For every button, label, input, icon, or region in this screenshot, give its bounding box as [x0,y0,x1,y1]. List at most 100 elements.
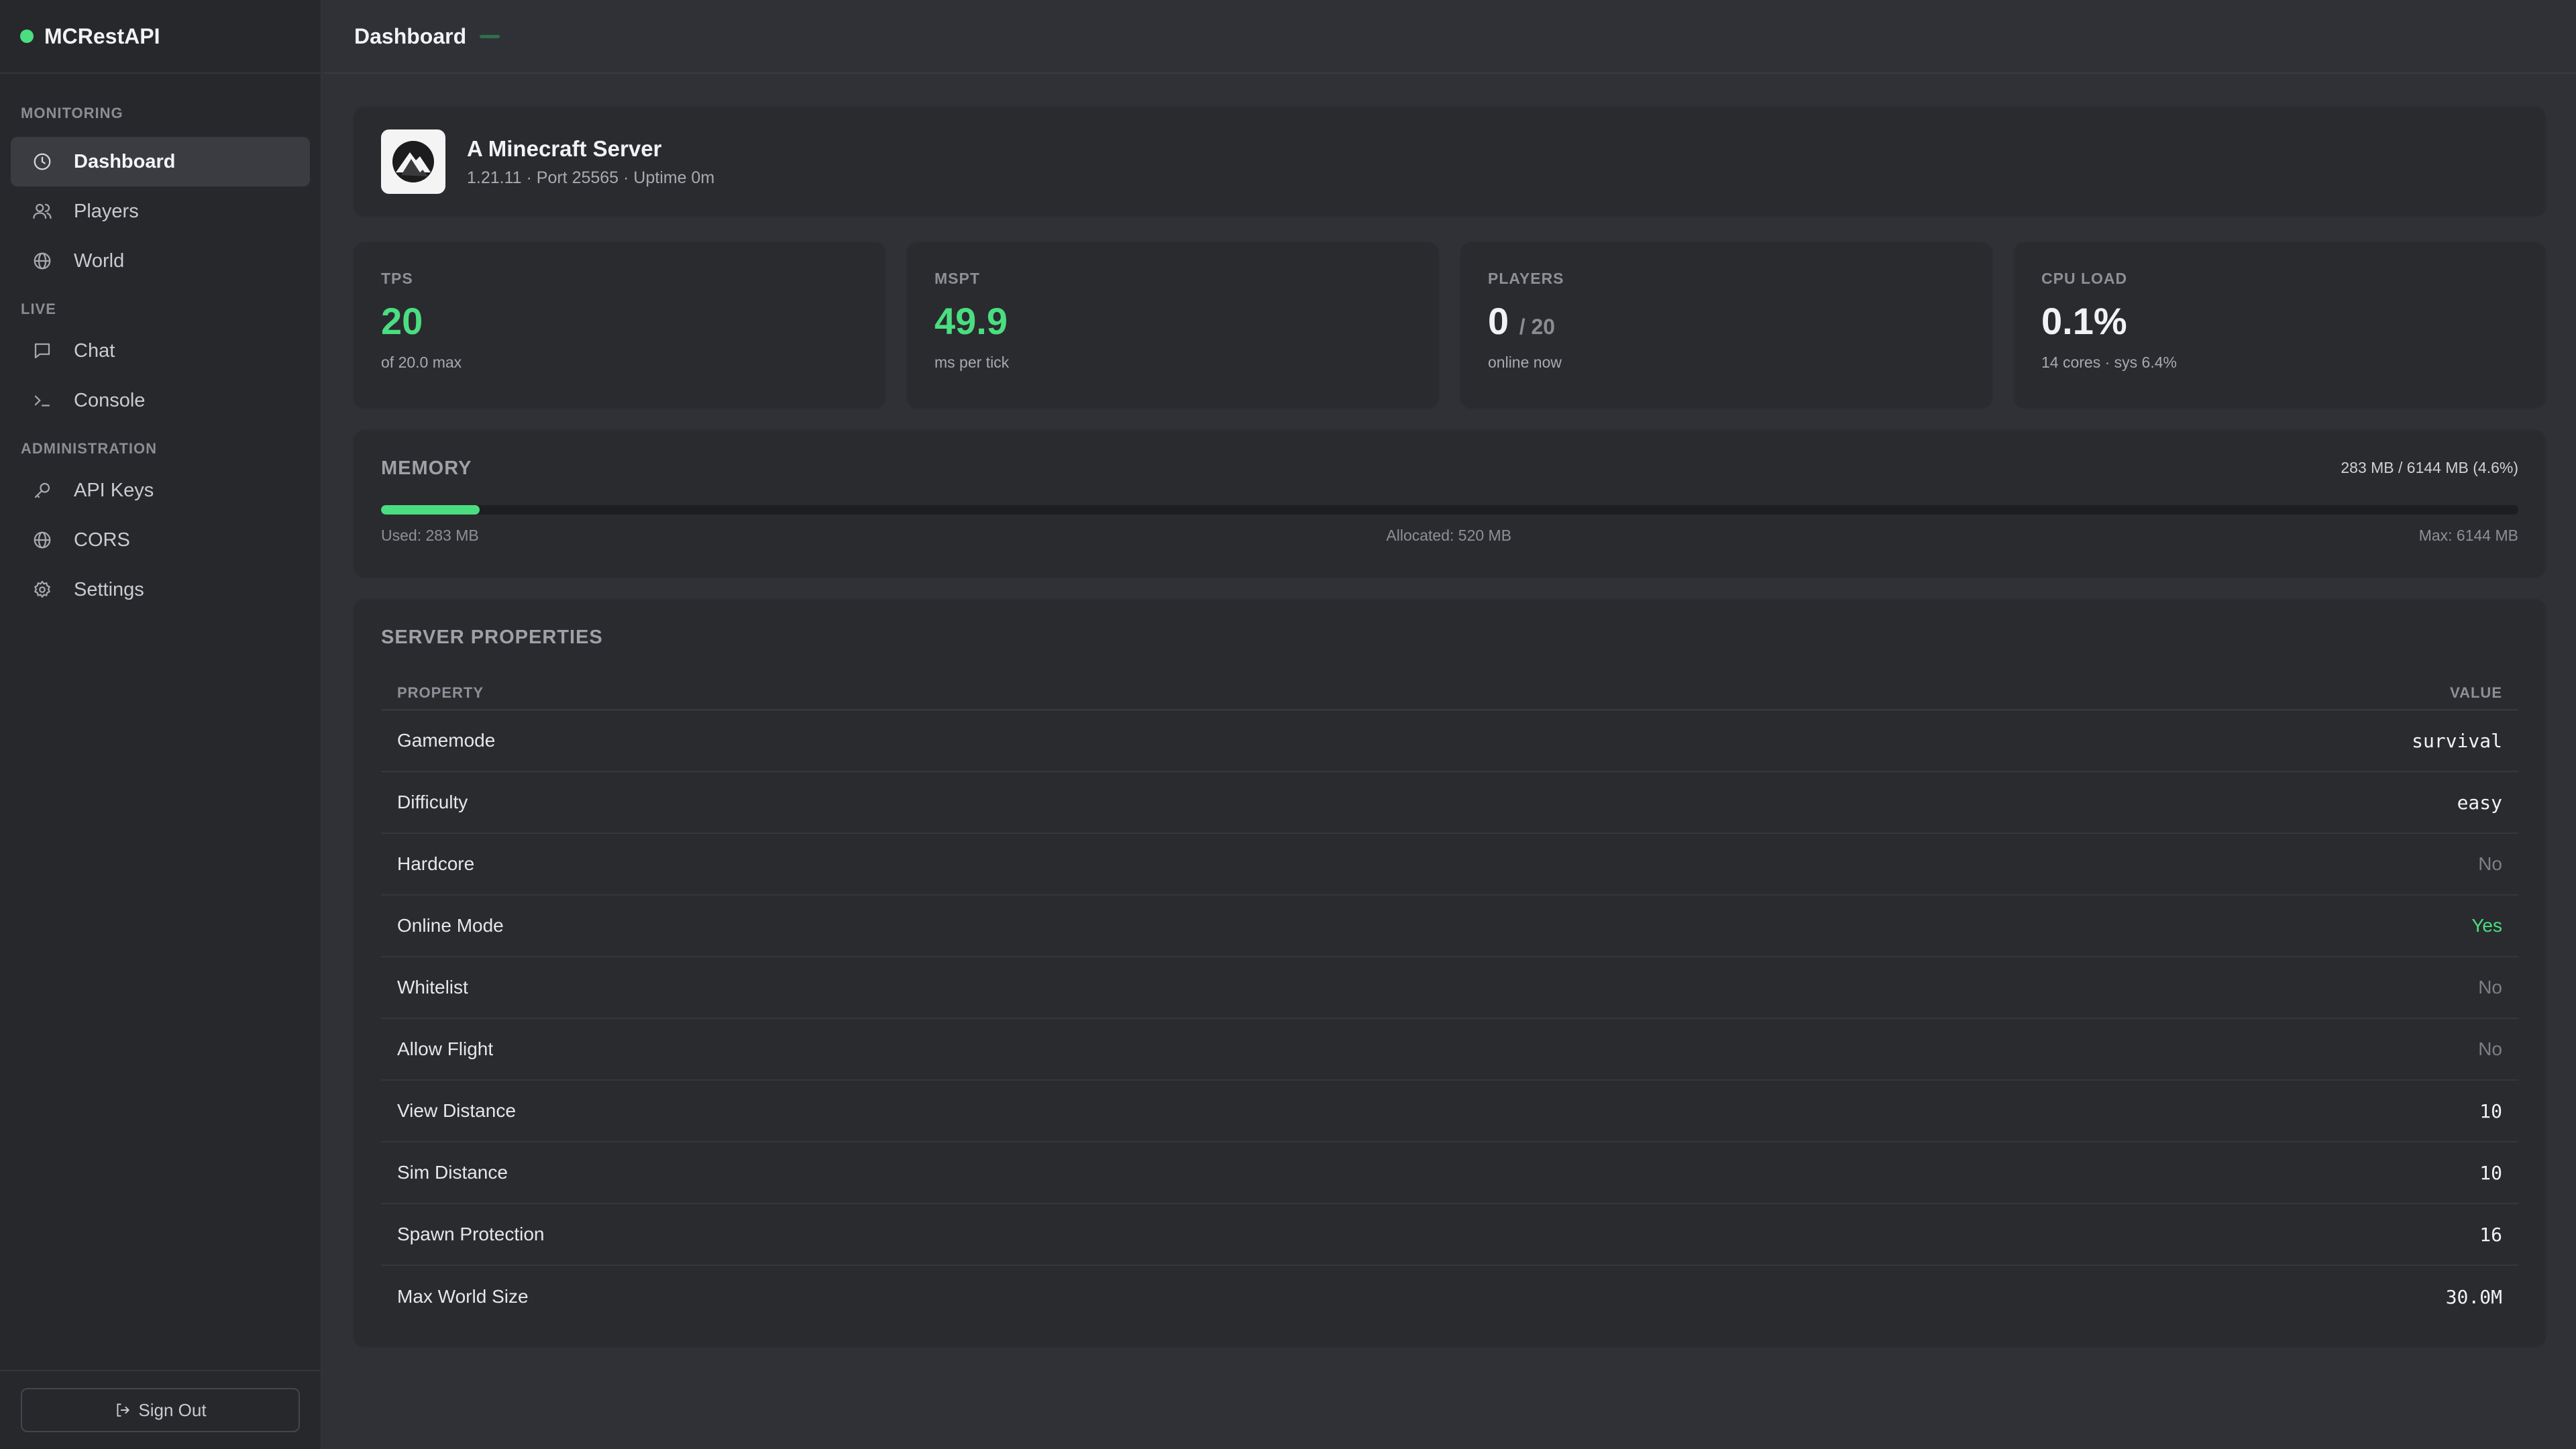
property-value: 10 [2479,1099,2502,1122]
table-row: Whitelist No [381,957,2518,1019]
table-row: Difficulty easy [381,772,2518,834]
sidebar-item-world[interactable]: World [11,236,310,286]
main-content: A Minecraft Server 1.21.11 · Port 25565 … [353,106,2546,1348]
property-name: Allow Flight [397,1038,494,1059]
stat-value-wrapper: 0 / 20 [1488,303,1965,340]
property-name: Whitelist [397,977,468,998]
nav-section-live: LIVE Chat Console [0,301,321,425]
server-logo-icon [381,129,445,194]
stat-label: PLAYERS [1488,270,1564,287]
table-row: Online Mode Yes [381,896,2518,957]
property-name: View Distance [397,1100,516,1121]
sidebar-item-label: CORS [74,529,130,551]
property-name: Spawn Protection [397,1224,545,1244]
property-value: No [2478,977,2502,998]
globe-icon [31,250,54,272]
sidebar-item-players[interactable]: Players [11,186,310,236]
memory-used-label: Used: 283 MB [381,527,479,544]
sidebar-item-settings[interactable]: Settings [11,565,310,614]
stat-value: 49.9 [934,300,1008,342]
table-row: View Distance 10 [381,1081,2518,1142]
table-header: PROPERTY VALUE [381,677,2518,710]
server-properties-card: SERVER PROPERTIES PROPERTY VALUE Gamemod… [353,598,2546,1348]
nav-heading: ADMINISTRATION [21,440,158,457]
stat-card-mspt: MSPT 49.9 ms per tick [906,241,1440,409]
key-icon [31,479,54,502]
property-value: easy [2457,791,2502,814]
table-row: Allow Flight No [381,1019,2518,1081]
server-meta: 1.21.11 · Port 25565 · Uptime 0m [467,168,715,187]
property-value: Yes [2471,915,2502,936]
nav-heading: LIVE [21,301,56,317]
stat-card-players: PLAYERS 0 / 20 online now [1460,241,1993,409]
column-header-property: PROPERTY [397,684,484,701]
sign-out-icon [117,1403,130,1417]
status-dot-icon [20,30,34,43]
nav-heading: MONITORING [21,105,123,121]
sidebar-item-label: API Keys [74,479,154,501]
sidebar-item-label: Dashboard [74,150,176,172]
chat-icon [31,339,54,362]
top-bar: Dashboard [323,0,2576,74]
properties-title: SERVER PROPERTIES [381,627,603,648]
sidebar-item-console[interactable]: Console [11,376,310,425]
table-row: Hardcore No [381,834,2518,896]
sidebar-item-chat[interactable]: Chat [11,326,310,376]
page-title: Dashboard [354,23,467,48]
table-row: Spawn Protection 16 [381,1204,2518,1266]
stat-caption: online now [1488,354,1562,371]
sidebar-item-label: Chat [74,339,115,362]
property-value: 10 [2479,1161,2502,1184]
memory-summary: 283 MB / 6144 MB (4.6%) [2341,459,2518,476]
app-name: MCRestAPI [44,23,160,48]
sidebar: MCRestAPI MONITORING Dashboard Players W… [0,0,322,1449]
memory-labels: Used: 283 MB Allocated: 520 MB Max: 6144… [381,527,2518,545]
stat-value: 0.1% [2041,300,2127,342]
properties-table: PROPERTY VALUE Gamemode survival Difficult… [381,677,2518,1328]
sidebar-item-dashboard[interactable]: Dashboard [11,137,310,186]
memory-card: MEMORY 283 MB / 6144 MB (4.6%) Used: 283… [353,429,2546,578]
globe-icon [31,529,54,551]
table-row: Sim Distance 10 [381,1142,2518,1204]
table-row: Gamemode survival [381,710,2518,772]
server-card: A Minecraft Server 1.21.11 · Port 25565 … [353,106,2546,217]
stat-label: TPS [381,270,413,287]
property-name: Hardcore [397,853,475,874]
sign-out-label: Sign Out [138,1399,207,1420]
property-name: Online Mode [397,915,504,936]
sidebar-footer: Sign Out [0,1370,321,1449]
sidebar-item-cors[interactable]: CORS [11,515,310,565]
memory-max-label: Max: 6144 MB [2418,527,2518,544]
nav-section-monitoring: MONITORING Dashboard Players World [0,105,321,286]
sidebar-item-label: Settings [74,578,144,600]
property-name: Max World Size [397,1286,529,1307]
table-row: Max World Size 30.0M [381,1266,2518,1328]
table-body: Gamemode survival Difficulty easy Hardcore No… [381,710,2518,1328]
property-value: No [2478,1038,2502,1059]
property-name: Difficulty [397,792,468,812]
clock-icon [31,150,54,173]
users-icon [31,200,54,223]
gear-icon [31,578,54,601]
memory-progress-fill [381,505,480,515]
stat-value: 20 [381,300,423,342]
terminal-icon [31,389,54,412]
sidebar-item-label: Players [74,200,139,222]
stat-card-tps: TPS 20 of 20.0 max [353,241,886,409]
sign-out-button[interactable]: Sign Out [21,1388,300,1432]
nav-section-administration: ADMINISTRATION API Keys CORS Settings [0,440,321,614]
stat-label: CPU LOAD [2041,270,2128,287]
memory-progress-track [381,505,2518,515]
sidebar-item-api-keys[interactable]: API Keys [11,466,310,515]
property-value: survival [2412,729,2502,752]
property-value: No [2478,853,2502,874]
brand: MCRestAPI [0,0,321,74]
memory-allocated-label: Allocated: 520 MB [1386,527,1512,544]
stat-card-cpu: CPU LOAD 0.1% 14 cores · sys 6.4% [2013,241,2546,409]
stat-caption: of 20.0 max [381,354,462,371]
stat-value: 0 [1488,300,1509,342]
stats-row: TPS 20 of 20.0 max MSPT 49.9 ms per tick… [353,241,2546,409]
stat-value-max: / 20 [1519,315,1556,339]
sidebar-item-label: Console [74,389,146,411]
property-value: 16 [2479,1223,2502,1246]
